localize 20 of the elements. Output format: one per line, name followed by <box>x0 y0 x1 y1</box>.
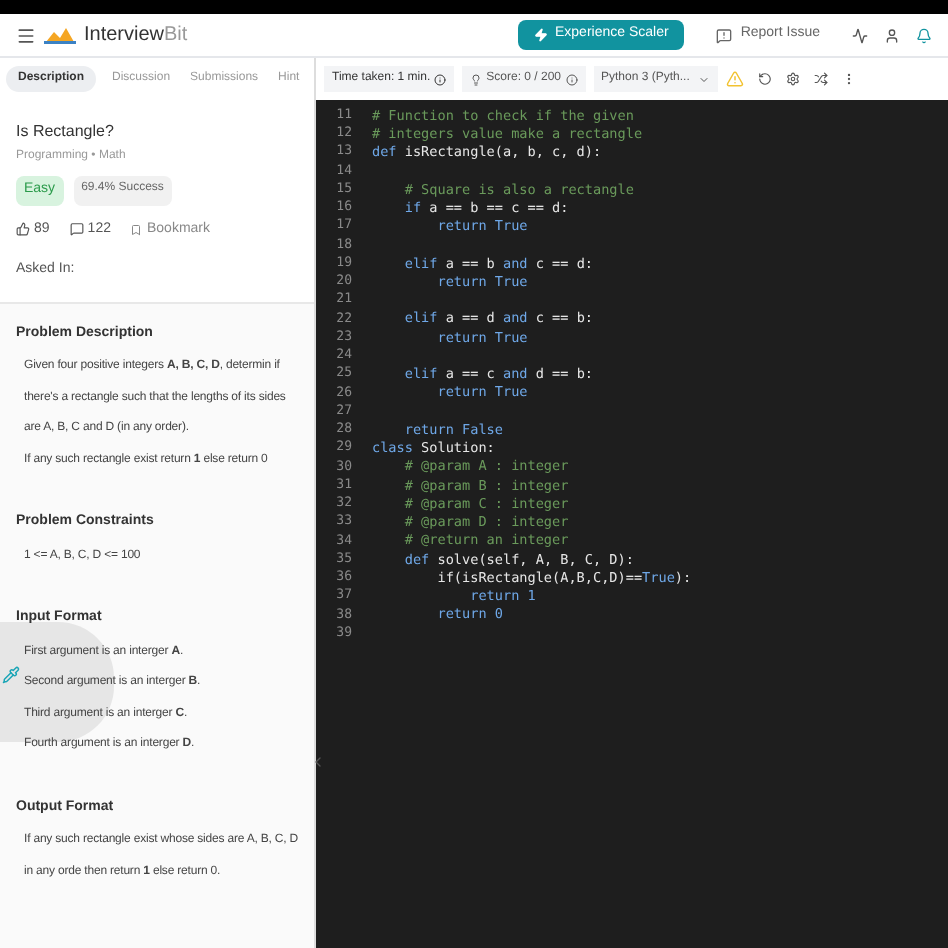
activity-icon[interactable] <box>852 27 868 43</box>
lightning-icon <box>533 28 547 42</box>
eyedropper-icon <box>2 666 20 684</box>
lightbulb-icon <box>470 73 483 85</box>
problem-title: Is Rectangle? <box>16 120 116 144</box>
comment-icon <box>69 222 84 237</box>
shuffle-icon[interactable] <box>813 72 828 86</box>
report-icon <box>716 27 733 43</box>
settings-icon[interactable] <box>785 72 800 86</box>
bell-icon[interactable] <box>916 27 932 43</box>
reset-icon[interactable] <box>757 72 772 86</box>
menu-icon[interactable] <box>16 25 36 45</box>
bookmark-icon <box>130 223 143 236</box>
chevron-down-icon <box>697 73 710 85</box>
info-icon[interactable] <box>565 73 577 85</box>
logo-text: InterviewBit <box>84 22 188 50</box>
info-icon[interactable] <box>434 73 447 85</box>
user-icon[interactable] <box>884 27 900 43</box>
logo-icon <box>44 26 76 44</box>
thumbs-up-icon <box>16 222 30 237</box>
